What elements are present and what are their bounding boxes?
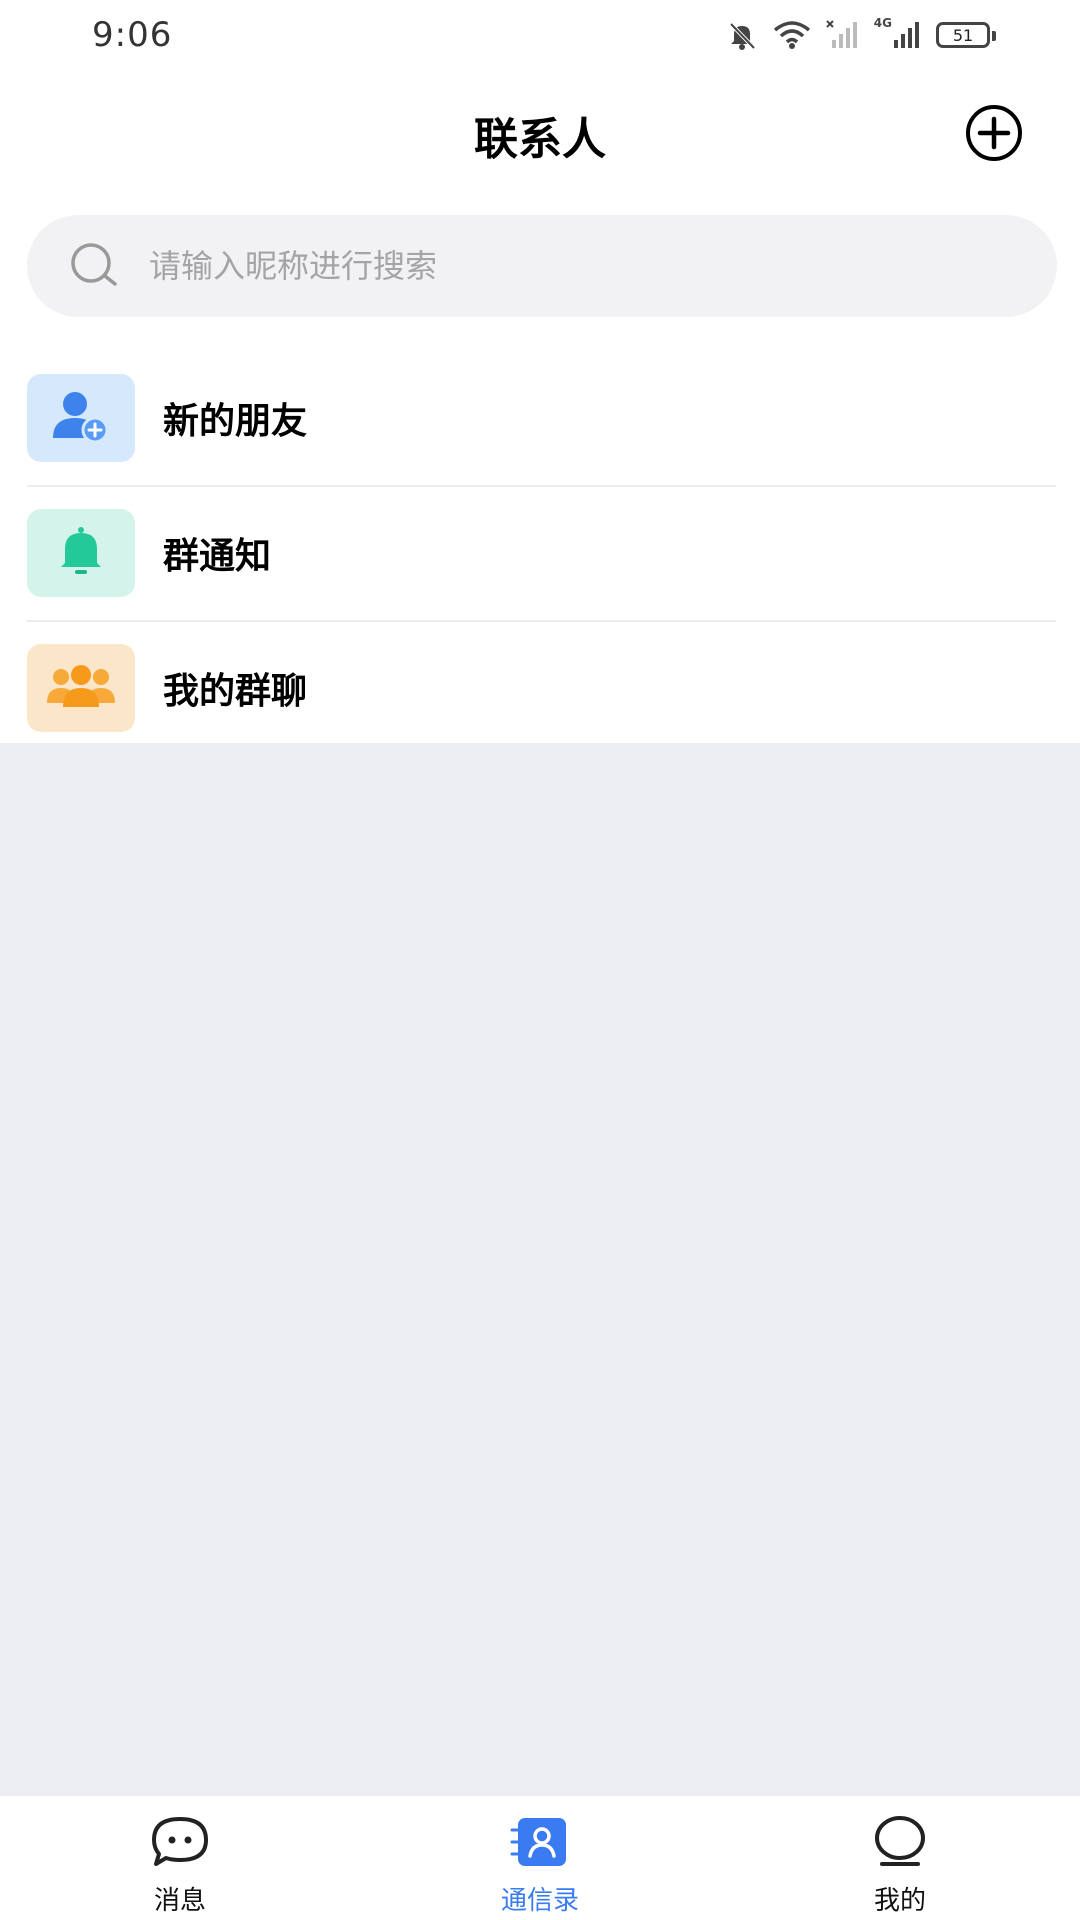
group-icon (45, 661, 117, 715)
add-friend-icon (49, 388, 113, 448)
menu-item-label: 新的朋友 (163, 400, 308, 442)
tab-label: 消息 (153, 1886, 206, 1916)
tab-contacts[interactable]: 通信录 (440, 1796, 640, 1917)
chat-icon (148, 1814, 212, 1874)
menu-icon-bg (27, 508, 135, 597)
menu-item-new-friends[interactable]: 新的朋友 (0, 350, 1080, 485)
tab-label: 通信录 (500, 1886, 579, 1916)
plus-circle-icon (964, 103, 1024, 167)
search-input[interactable] (147, 246, 951, 286)
menu-icon-bg (27, 373, 135, 462)
wifi-icon (772, 20, 812, 50)
tab-label: 我的 (873, 1886, 926, 1916)
status-time: 9:06 (92, 15, 173, 55)
page-title: 联系人 (474, 114, 606, 165)
signal-4g-icon: 4G (874, 16, 922, 50)
battery-level: 51 (952, 25, 974, 45)
network-type: 4G (873, 16, 892, 30)
mute-bell-icon (726, 19, 758, 51)
status-bar: 9:06 4G 51 (0, 0, 1080, 70)
search-bar[interactable] (27, 215, 1057, 317)
menu-item-label: 我的群聊 (163, 670, 308, 712)
empty-content-area (0, 743, 1080, 1796)
signal-off-icon (826, 20, 860, 50)
add-button[interactable] (964, 105, 1024, 165)
tab-profile[interactable]: 我的 (800, 1796, 1000, 1917)
menu-item-group-notifications[interactable]: 群通知 (0, 485, 1080, 620)
battery-icon: 51 (936, 22, 996, 48)
profile-icon (868, 1814, 932, 1874)
contacts-icon (508, 1814, 572, 1874)
menu-item-my-groups[interactable]: 我的群聊 (0, 620, 1080, 755)
bell-icon (53, 523, 109, 583)
header: 联系人 (0, 90, 1080, 180)
contact-menu-list: 新的朋友 群通知 我的群聊 (0, 350, 1080, 755)
status-icons: 4G 51 (726, 16, 996, 51)
menu-icon-bg (27, 643, 135, 732)
tab-messages[interactable]: 消息 (80, 1796, 280, 1917)
search-icon (69, 241, 121, 291)
menu-item-label: 群通知 (163, 535, 272, 577)
bottom-tab-bar: 消息 通信录 我的 (0, 1796, 1080, 1920)
